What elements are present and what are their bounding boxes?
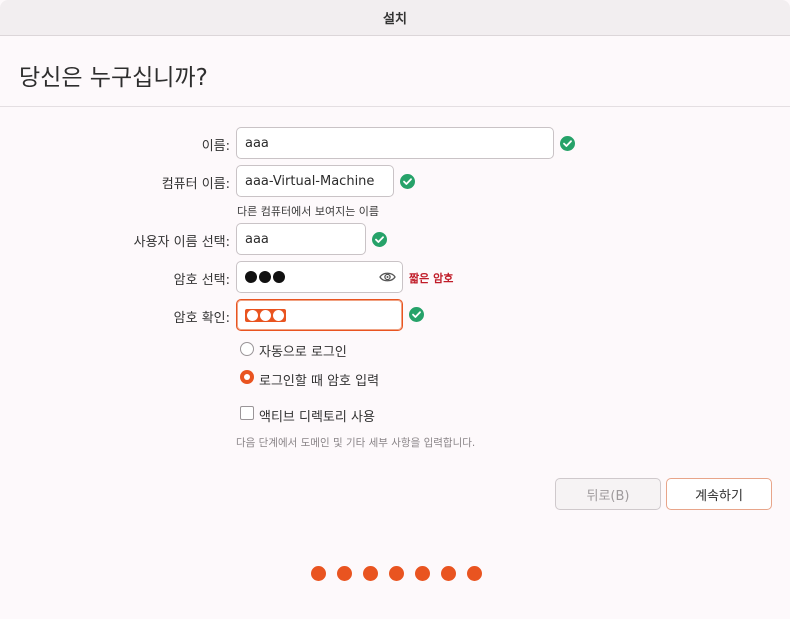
header-divider xyxy=(0,106,790,107)
username-value: aaa xyxy=(245,231,269,247)
active-directory-note: 다음 단계에서 도메인 및 기타 세부 사항을 입력합니다. xyxy=(236,437,476,449)
computer-name-value: aaa-Virtual-Machine xyxy=(245,173,375,189)
name-label: 이름: xyxy=(201,139,230,154)
active-directory-checkbox[interactable] xyxy=(240,406,254,420)
progress-dot xyxy=(363,566,378,581)
password-label: 암호 선택: xyxy=(173,273,230,288)
progress-dot xyxy=(389,566,404,581)
title-bar: 설치 xyxy=(0,0,790,36)
computer-name-valid-check-icon xyxy=(400,174,415,189)
progress-dot xyxy=(441,566,456,581)
username-input[interactable]: aaa xyxy=(236,223,366,255)
password-strength-label: 짧은 암호 xyxy=(409,272,454,285)
progress-indicator xyxy=(311,566,482,581)
computer-name-label: 컴퓨터 이름: xyxy=(161,177,230,192)
page-title: 당신은 누구십니까? xyxy=(19,65,208,91)
back-button[interactable]: 뒤로(B) xyxy=(555,478,661,510)
progress-dot xyxy=(467,566,482,581)
require-password-label[interactable]: 로그인할 때 암호 입력 xyxy=(259,370,379,389)
computer-name-hint: 다른 컴퓨터에서 보여지는 이름 xyxy=(237,205,380,218)
active-directory-label[interactable]: 액티브 디렉토리 사용 xyxy=(259,406,375,425)
password-mask xyxy=(245,271,285,283)
confirm-password-input[interactable] xyxy=(236,299,403,331)
username-valid-check-icon xyxy=(372,232,387,247)
password-input[interactable] xyxy=(236,261,403,293)
name-valid-check-icon xyxy=(560,136,575,151)
confirm-password-valid-check-icon xyxy=(409,307,424,322)
require-password-radio[interactable] xyxy=(240,370,254,384)
window-title: 설치 xyxy=(383,12,407,27)
computer-name-input[interactable]: aaa-Virtual-Machine xyxy=(236,165,394,197)
confirm-password-label: 암호 확인: xyxy=(173,311,230,326)
auto-login-label[interactable]: 자동으로 로그인 xyxy=(259,341,347,360)
name-value: aaa xyxy=(245,135,269,151)
eye-icon[interactable] xyxy=(379,270,396,288)
next-button[interactable]: 계속하기 xyxy=(666,478,772,510)
progress-dot xyxy=(311,566,326,581)
auto-login-radio[interactable] xyxy=(240,342,254,356)
confirm-password-mask xyxy=(245,308,286,322)
progress-dot xyxy=(415,566,430,581)
progress-dot xyxy=(337,566,352,581)
name-input[interactable]: aaa xyxy=(236,127,554,159)
username-label: 사용자 이름 선택: xyxy=(133,235,230,250)
